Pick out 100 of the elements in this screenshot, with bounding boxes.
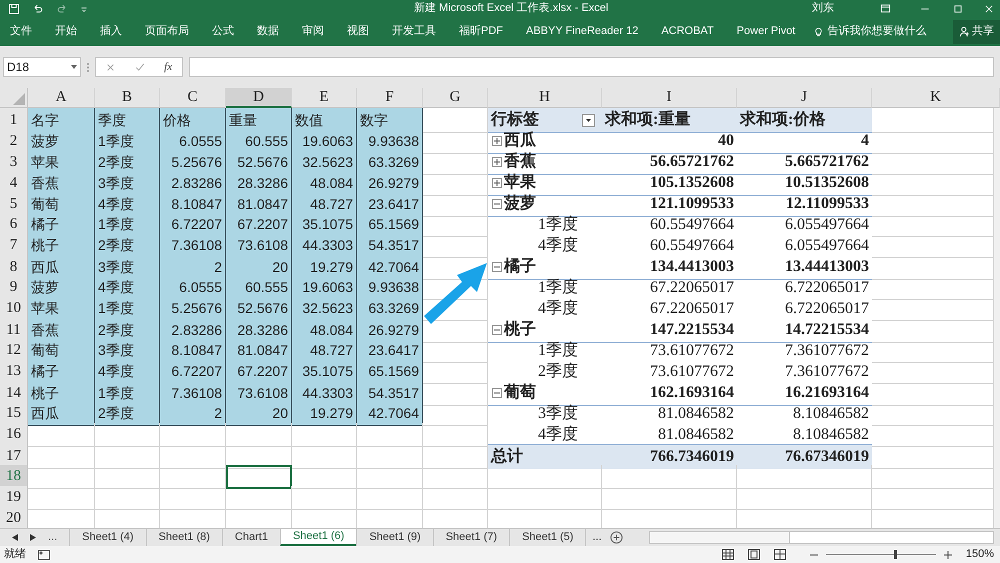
empty-cell — [423, 486, 488, 510]
name-box[interactable]: D18 — [3, 57, 81, 77]
pivot-row-label: 1季度 — [538, 278, 578, 298]
pivot-row-label: 香蕉 — [504, 151, 536, 172]
ribbon-display-icon[interactable] — [880, 3, 891, 14]
normal-view-icon[interactable] — [722, 549, 734, 560]
column-header[interactable]: E — [292, 88, 357, 108]
ribbon-tab[interactable]: 开始 — [55, 23, 77, 40]
page-layout-icon[interactable] — [748, 549, 760, 560]
pivot-value-cell: 10.51352608 — [737, 171, 872, 196]
ribbon-tab[interactable]: 公式 — [212, 23, 234, 40]
ribbon-tab[interactable]: Power Pivot — [736, 23, 796, 40]
ribbon-tab[interactable]: 页面布局 — [145, 23, 189, 40]
collapse-icon[interactable] — [492, 262, 502, 272]
ribbon-tab[interactable]: 审阅 — [302, 23, 324, 40]
ribbon-tab[interactable]: 文件 — [10, 23, 32, 40]
pivot-value-cell: 105.1352608 — [602, 171, 737, 196]
ribbon-tab[interactable]: 开发工具 — [392, 23, 436, 40]
insert-function-button[interactable]: fx — [164, 58, 172, 76]
undo-icon[interactable] — [32, 2, 44, 14]
lightbulb-icon[interactable] — [813, 26, 824, 37]
empty-cell — [160, 423, 226, 447]
ribbon-tab[interactable]: 视图 — [347, 23, 369, 40]
expand-icon[interactable] — [492, 178, 502, 188]
pivot-value-cell: 162.1693164 — [602, 381, 737, 406]
pivot-value-cell-text: 7.361077672 — [784, 362, 870, 382]
pivot-value-cell-text: 8.10846582 — [792, 404, 870, 424]
empty-cell — [95, 486, 160, 510]
collapse-icon[interactable] — [492, 325, 502, 335]
filter-dropdown-icon[interactable] — [582, 114, 595, 126]
column-header[interactable]: G — [423, 88, 488, 108]
tell-me-field[interactable]: 告诉我你想要做什么 — [827, 23, 926, 40]
more-sheets-button[interactable]: ... — [592, 529, 602, 546]
table-cell: 20 — [226, 402, 292, 426]
expand-icon[interactable] — [492, 157, 502, 167]
sheet-tab[interactable]: Sheet1 (6) — [280, 529, 356, 546]
customize-icon[interactable] — [80, 4, 88, 12]
expand-icon[interactable] — [492, 136, 502, 146]
pivot-value-cell-text: 81.0846582 — [657, 404, 735, 424]
pivot-value-cell: 5.665721762 — [737, 150, 872, 175]
save-icon[interactable] — [8, 2, 20, 14]
column-header[interactable]: A — [28, 88, 95, 108]
column-header[interactable]: B — [95, 88, 160, 108]
zoom-slider[interactable] — [826, 550, 936, 559]
zoom-in-icon[interactable] — [944, 550, 952, 558]
selected-cell[interactable] — [226, 465, 292, 488]
pivot-value-cell-text: 6.055497664 — [784, 236, 870, 256]
column-header[interactable]: F — [357, 88, 423, 108]
row-header[interactable]: 20 — [0, 507, 28, 528]
pivot-row-label: 3季度 — [538, 404, 578, 424]
user-name[interactable]: 刘东 — [812, 0, 834, 17]
pivot-row-label: 2季度 — [538, 362, 578, 382]
collapse-icon[interactable] — [492, 388, 502, 398]
pivot-value-cell-text: 73.61077672 — [649, 362, 735, 382]
pivot-value-cell-text: 7.361077672 — [784, 341, 870, 361]
ribbon-tab[interactable]: 数据 — [257, 23, 279, 40]
ribbon-tab[interactable]: 插入 — [100, 23, 122, 40]
pivot-value-cell: 4 — [737, 129, 872, 154]
column-header[interactable]: D — [226, 88, 292, 108]
column-header[interactable]: J — [737, 88, 872, 108]
pivot-value-cell: 147.2215534 — [602, 318, 737, 343]
vertical-scrollbar[interactable] — [993, 108, 1000, 528]
page-break-icon[interactable] — [774, 549, 786, 560]
maximize-icon[interactable] — [953, 4, 963, 14]
pivot-value-cell: 16.21693164 — [737, 381, 872, 406]
pivot-header-cell: 求和项:价格 — [737, 108, 872, 133]
scroll-right-icon[interactable] — [30, 534, 36, 541]
column-header[interactable]: H — [488, 88, 602, 108]
more-sheets-button[interactable]: ... — [48, 529, 58, 546]
column-header[interactable]: C — [160, 88, 226, 108]
empty-cell — [226, 444, 292, 469]
collapse-icon[interactable] — [492, 199, 502, 209]
pivot-value-cell: 134.4413003 — [602, 255, 737, 280]
add-sheet-icon[interactable] — [610, 531, 623, 544]
pivot-row-label: 苹果 — [504, 172, 536, 193]
zoom-level[interactable]: 150% — [966, 546, 994, 563]
column-header[interactable]: I — [602, 88, 737, 108]
pivot-row-label: 西瓜 — [504, 130, 536, 151]
macro-record-icon[interactable] — [38, 550, 50, 560]
empty-cell — [226, 423, 292, 447]
ribbon-tab[interactable]: ABBYY FineReader 12 — [526, 23, 638, 40]
horizontal-scrollbar[interactable] — [648, 531, 994, 544]
ribbon-tab[interactable]: 福昕PDF — [459, 23, 503, 40]
pivot-value-cell: 13.44413003 — [737, 255, 872, 280]
pivot-row-label: 4季度 — [538, 236, 578, 256]
scroll-left-icon[interactable] — [12, 534, 18, 541]
pivot-row-label: 1季度 — [538, 214, 578, 235]
dropdown-icon — [71, 65, 77, 69]
column-header[interactable]: K — [872, 88, 1000, 108]
formula-input[interactable] — [189, 57, 994, 77]
window-title: 新建 Microsoft Excel 工作表.xlsx - Excel — [414, 0, 608, 16]
pivot-value-cell: 40 — [602, 129, 737, 154]
table-cell: 2季度 — [95, 402, 160, 426]
empty-cell — [357, 444, 423, 469]
pivot-row-label: 桃子 — [504, 320, 536, 340]
close-icon[interactable] — [984, 4, 994, 14]
check-icon[interactable] — [134, 62, 144, 72]
cancel-icon[interactable] — [106, 62, 115, 72]
share-button[interactable]: 共享 — [953, 20, 1000, 44]
ribbon-tab[interactable]: ACROBAT — [661, 23, 714, 40]
